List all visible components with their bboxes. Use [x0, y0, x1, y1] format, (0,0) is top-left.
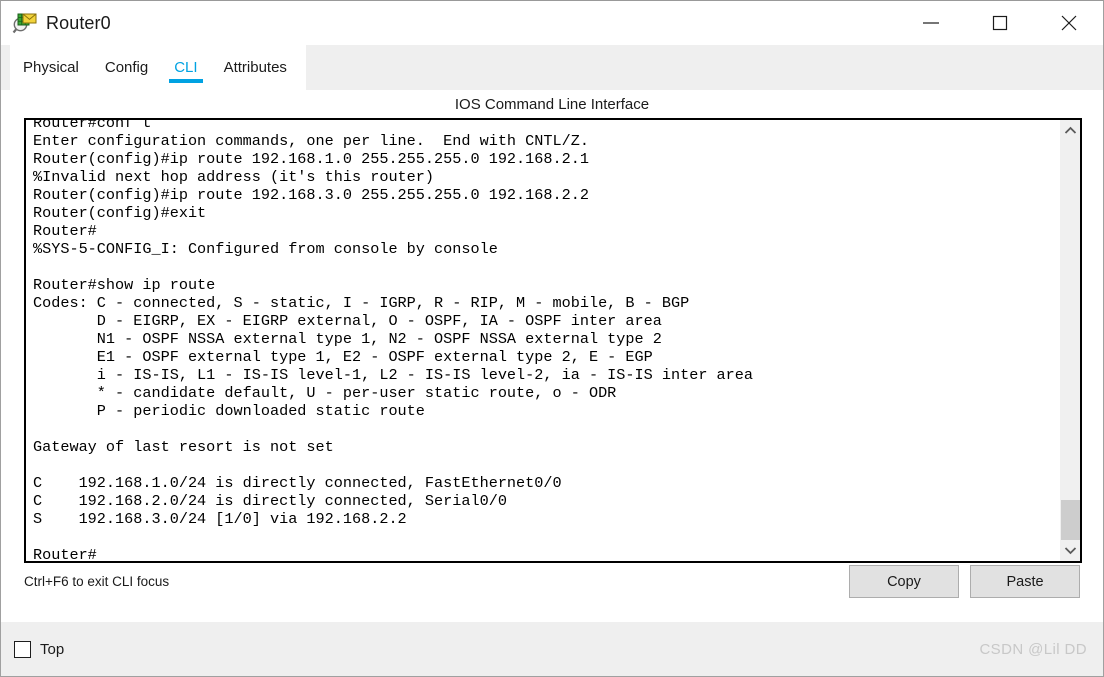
tab-cli-label: CLI — [174, 59, 198, 76]
terminal-line: S 192.168.3.0/24 [1/0] via 192.168.2.2 — [33, 510, 407, 528]
tab-physical[interactable]: Physical — [10, 45, 92, 90]
minimize-icon — [922, 22, 939, 24]
terminal-line: C 192.168.2.0/24 is directly connected, … — [33, 492, 507, 510]
terminal-line: D - EIGRP, EX - EIGRP external, O - OSPF… — [33, 312, 662, 330]
top-checkbox[interactable] — [14, 640, 31, 658]
tab-config[interactable]: Config — [92, 45, 161, 90]
window-controls — [896, 1, 1103, 45]
tab-config-label: Config — [104, 59, 149, 76]
terminal-line: C 192.168.1.0/24 is directly connected, … — [33, 474, 562, 492]
tab-cli[interactable]: CLI — [161, 45, 210, 90]
tab-attributes[interactable]: Attributes — [211, 45, 300, 90]
minimize-button[interactable] — [896, 1, 965, 45]
window-title: Router0 — [46, 12, 111, 33]
chevron-down-icon — [1064, 547, 1076, 555]
terminal-line: Router#conf t — [33, 120, 152, 132]
terminal-line: %SYS-5-CONFIG_I: Configured from console… — [33, 240, 498, 258]
terminal-line: Router# — [33, 546, 97, 561]
terminal-line: N1 - OSPF NSSA external type 1, N2 - OSP… — [33, 330, 662, 348]
close-button[interactable] — [1034, 1, 1103, 45]
terminal-line: Router(config)#ip route 192.168.3.0 255.… — [33, 186, 589, 204]
bottom-bar: Top CSDN @Lil DD — [1, 622, 1103, 676]
scroll-up-button[interactable] — [1060, 120, 1080, 141]
cli-focus-hint: Ctrl+F6 to exit CLI focus — [24, 574, 170, 589]
title-bar: Router0 — [1, 1, 1103, 45]
scroll-down-button[interactable] — [1060, 540, 1080, 561]
close-icon — [1061, 15, 1076, 31]
terminal-scrollbar[interactable] — [1059, 120, 1080, 561]
router-cli-window: Router0 Physical Config CLI Attributes I… — [0, 0, 1104, 677]
tab-strip: Physical Config CLI Attributes — [1, 45, 1103, 90]
tab-physical-label: Physical — [23, 59, 79, 76]
cli-button-row: Copy Paste — [849, 565, 1080, 598]
terminal-line: Codes: C - connected, S - static, I - IG… — [33, 294, 690, 312]
tab-active-underline — [169, 79, 203, 83]
terminal-line: Gateway of last resort is not set — [33, 438, 334, 456]
cli-header-title: IOS Command Line Interface — [454, 95, 650, 113]
terminal-line: * - candidate default, U - per-user stat… — [33, 384, 617, 402]
top-checkbox-label: Top — [40, 640, 65, 658]
maximize-icon — [992, 15, 1007, 31]
terminal-line: Router(config)#exit — [33, 204, 207, 222]
paste-button[interactable]: Paste — [970, 565, 1080, 598]
terminal-line: P - periodic downloaded static route — [33, 402, 425, 420]
terminal-line: %Invalid next hop address (it's this rou… — [33, 168, 435, 186]
copy-button-label: Copy — [887, 573, 921, 590]
terminal-line: E1 - OSPF external type 1, E2 - OSPF ext… — [33, 348, 653, 366]
terminal-line: i - IS-IS, L1 - IS-IS level-1, L2 - IS-I… — [33, 366, 754, 384]
terminal-line: Enter configuration commands, one per li… — [33, 132, 589, 150]
watermark-text: CSDN @Lil DD — [979, 640, 1087, 658]
chevron-up-icon — [1064, 126, 1076, 134]
paste-button-label: Paste — [1006, 573, 1044, 590]
terminal-text: Router#conf t Enter configuration command… — [33, 120, 753, 561]
cli-panel: IOS Command Line Interface Router#conf t… — [10, 90, 1094, 623]
inspect-envelope-icon — [12, 10, 38, 36]
maximize-button[interactable] — [965, 1, 1034, 45]
terminal-line: Router(config)#ip route 192.168.1.0 255.… — [33, 150, 589, 168]
terminal-line: Router# — [33, 222, 97, 240]
terminal-frame: Router#conf t Enter configuration command… — [24, 118, 1082, 563]
scrollbar-thumb[interactable] — [1061, 500, 1080, 545]
terminal-line: Router#show ip route — [33, 276, 216, 294]
copy-button[interactable]: Copy — [849, 565, 959, 598]
tab-attributes-label: Attributes — [223, 59, 287, 76]
terminal-output[interactable]: Router#conf t Enter configuration command… — [26, 120, 1059, 561]
